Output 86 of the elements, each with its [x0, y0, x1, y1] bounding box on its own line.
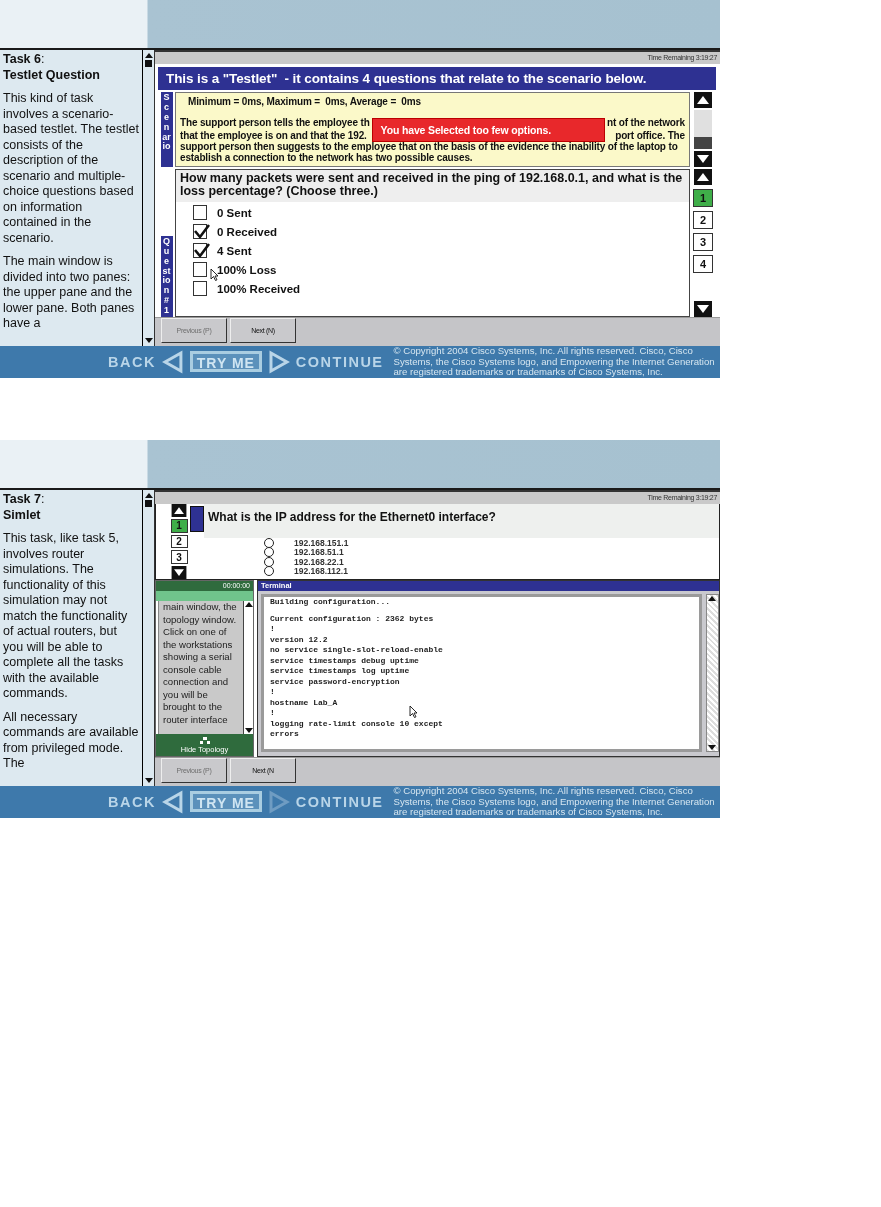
back-arrow-icon[interactable]: [161, 789, 184, 814]
terminal-line: logging rate-limit console 10 except: [270, 718, 443, 729]
question-number-button[interactable]: 1: [170, 519, 188, 533]
terminal-line: version 12.2: [270, 634, 328, 645]
terminal-line: service password-encryption: [270, 676, 400, 687]
scrollbar[interactable]: [142, 490, 154, 786]
scenario-text: nt of the network: [607, 118, 685, 129]
description-paragraph: The main window is divided into two panes: the upper pane and the lower pane. Both panes have a: [3, 254, 136, 332]
instruction-banner: This is a "Testlet" - it contains 4 questions that relate to the scenario below.: [158, 67, 716, 90]
scroll-down-icon[interactable]: [170, 565, 188, 579]
description-paragraph: This kind of task involves a scenario-based testlet. The testlet consists of the description of the scenario and multiple-choice questions based on information contained in the scenario.: [3, 91, 139, 246]
task-title: Simlet: [3, 507, 42, 523]
scroll-down-icon[interactable]: [707, 744, 717, 751]
copyright-notice: © Copyright 2004 Cisco Systems, Inc. All rights reserved. Cisco, Cisco Systems, the Cisco Systems logo, and Empowering the Internet Generation are registered trademarks or trademarks of Cisco Systems, Inc.: [393, 786, 716, 818]
scroll-thumb[interactable]: [694, 137, 712, 149]
option-label: 0 Received: [217, 225, 278, 238]
task-number: Task 6:: [3, 52, 45, 66]
scroll-down-icon[interactable]: [143, 337, 154, 344]
radio-button[interactable]: [264, 537, 274, 548]
checkbox[interactable]: [193, 281, 207, 296]
scroll-up-icon[interactable]: [143, 492, 154, 499]
radio-button[interactable]: [264, 547, 274, 558]
scroll-down-icon[interactable]: [694, 301, 712, 317]
option-label: 192.168.112.1: [294, 566, 348, 577]
scroll-up-icon[interactable]: [694, 169, 712, 185]
scenario-text: The support person tells the employee th: [180, 118, 370, 129]
option-label: 192.168.51.1: [294, 547, 344, 558]
mouse-cursor-icon: [210, 268, 219, 281]
terminal-line: !: [270, 708, 275, 719]
scroll-up-icon[interactable]: [694, 92, 712, 108]
forward-arrow-icon[interactable]: [267, 349, 290, 374]
checkbox[interactable]: [193, 243, 207, 258]
scrollbar[interactable]: [243, 601, 253, 734]
checkbox[interactable]: [193, 205, 207, 220]
topology-text: main window, the topology window. Click on one of the workstations showing a serial console cable connection and you will be brought to the router interface: [158, 601, 243, 734]
question-number-button[interactable]: 3: [693, 233, 713, 251]
option-label: 192.168.22.1: [294, 556, 344, 567]
question-number-button[interactable]: 3: [170, 550, 188, 564]
back-arrow-icon[interactable]: [161, 349, 184, 374]
scroll-down-icon[interactable]: [143, 777, 154, 784]
question-number-button[interactable]: 2: [693, 211, 713, 229]
terminal-line: !: [270, 624, 275, 635]
copyright-notice: © Copyright 2004 Cisco Systems, Inc. All rights reserved. Cisco, Cisco Systems, the Cisco Systems logo, and Empowering the Internet Generation are registered trademarks or trademarks of Cisco Systems, Inc.: [393, 346, 716, 378]
option-label: 100% Loss: [217, 263, 277, 276]
scroll-up-icon[interactable]: [707, 595, 717, 602]
terminal-line: Current configuration : 2362 bytes: [270, 613, 434, 624]
scenario-tab[interactable]: Scenario: [160, 92, 173, 167]
description-paragraph: All necessary commands are available from privileged mode. The: [3, 709, 139, 772]
terminal-line: Building configuration...: [270, 597, 391, 608]
scroll-down-icon[interactable]: [694, 151, 712, 167]
scroll-up-icon[interactable]: [143, 52, 154, 59]
option-label: 0 Sent: [217, 206, 252, 219]
option-label: 4 Sent: [217, 244, 252, 257]
option-label: 192.168.151.1: [294, 537, 349, 548]
question-number-button[interactable]: 1: [693, 189, 713, 207]
task-title: Testlet Question: [3, 67, 101, 83]
scenario-text: that the employee is on and that the 192.: [180, 130, 368, 142]
mouse-cursor-icon: [409, 705, 418, 718]
terminal-line: no service single-slot-reload-enable: [270, 645, 443, 656]
question-text: What is the IP address for the Ethernet0 interface?: [204, 504, 719, 538]
question-text: How many packets were sent and received in the ping of 192.168.0.1, and what is the loss percentage? (Choose three.): [176, 170, 689, 202]
task-number: Task 7:: [3, 492, 45, 506]
terminal-line: service timestamps debug uptime: [270, 655, 419, 666]
scenario-text: port office. The: [614, 130, 685, 142]
option-label: 100% Received: [217, 282, 301, 295]
scrollbar[interactable]: [706, 594, 719, 752]
terminal-line: service timestamps log uptime: [270, 666, 410, 677]
scroll-up-icon[interactable]: [170, 504, 188, 518]
description-paragraph: This task, like task 5, involves router simulations. The functionality of this simulation may not match the functionality of actual routers, but you will be able to complete all the tasks with the available commands.: [3, 531, 129, 702]
network-icon: [199, 736, 210, 744]
question-tab[interactable]: Question #1: [160, 235, 173, 317]
checkbox[interactable]: [193, 262, 207, 277]
scenario-text: Minimum = 0ms, Maximum = 0ms, Average = 0ms: [187, 97, 421, 108]
terminal-line: !: [270, 687, 275, 698]
terminal-line: errors: [270, 729, 299, 740]
scrollbar[interactable]: [142, 50, 154, 346]
radio-button[interactable]: [264, 556, 274, 567]
question-number-button[interactable]: 2: [170, 534, 188, 549]
terminal-line: hostname Lab_A: [270, 697, 338, 708]
question-number-button[interactable]: 4: [693, 255, 713, 273]
alert-popup: You have Selected too few options.: [371, 117, 605, 142]
radio-button[interactable]: [264, 566, 274, 577]
checkbox[interactable]: [193, 224, 207, 239]
scroll-thumb[interactable]: [145, 60, 152, 67]
scroll-thumb[interactable]: [145, 500, 152, 507]
scenario-text: support person then suggests to the employee that on the basis of the evidence the inability of the laptop to establish a connection to the network has two possible causes.: [180, 142, 679, 163]
